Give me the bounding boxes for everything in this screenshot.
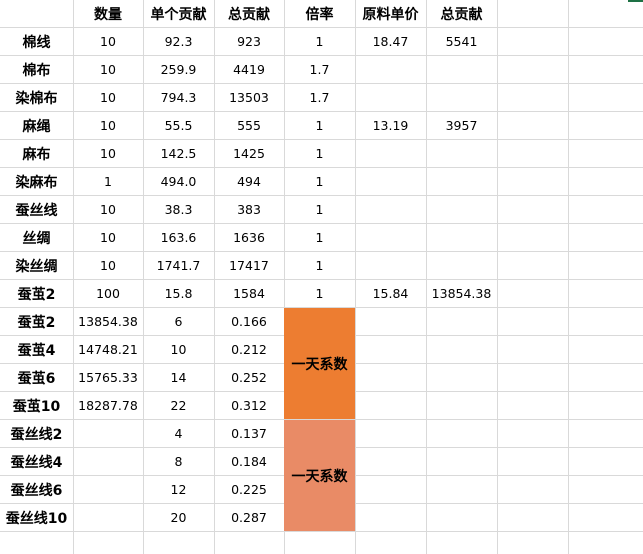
row-label[interactable]: 蚕丝线2 bbox=[0, 420, 73, 447]
table-cell[interactable]: 4419 bbox=[214, 56, 284, 83]
spreadsheet-grid[interactable]: 一天系数 一天系数 数量 单个贡献 总贡献 倍率 原料单价 总贡献 棉线 10 92.3 923 1 18… bbox=[0, 0, 643, 554]
table-cell[interactable]: 10 bbox=[73, 224, 143, 251]
merged-cell-top[interactable]: 一天系数 bbox=[284, 308, 355, 419]
corner-cell[interactable] bbox=[0, 0, 73, 27]
table-cell[interactable]: 5541 bbox=[426, 28, 497, 55]
table-cell[interactable]: 10 bbox=[73, 84, 143, 111]
row-label[interactable]: 麻绳 bbox=[0, 112, 73, 139]
table-cell[interactable]: 100 bbox=[73, 280, 143, 307]
row-label[interactable]: 染棉布 bbox=[0, 84, 73, 111]
table-cell[interactable]: 1 bbox=[284, 280, 355, 307]
table-cell[interactable]: 13.19 bbox=[355, 112, 426, 139]
gridline-horizontal bbox=[0, 531, 643, 532]
table-cell[interactable]: 1425 bbox=[214, 140, 284, 167]
table-cell[interactable]: 494 bbox=[214, 168, 284, 195]
row-label[interactable]: 蚕茧2 bbox=[0, 280, 73, 307]
table-cell[interactable]: 0.137 bbox=[214, 420, 284, 447]
table-cell[interactable]: 10 bbox=[73, 112, 143, 139]
table-cell[interactable]: 383 bbox=[214, 196, 284, 223]
selection-indicator bbox=[628, 0, 643, 2]
table-cell[interactable]: 14 bbox=[143, 364, 214, 391]
row-label[interactable]: 棉布 bbox=[0, 56, 73, 83]
table-cell[interactable]: 10 bbox=[73, 140, 143, 167]
table-cell[interactable]: 3957 bbox=[426, 112, 497, 139]
table-cell[interactable]: 10 bbox=[73, 28, 143, 55]
table-cell[interactable]: 20 bbox=[143, 504, 214, 531]
row-label[interactable]: 蚕丝线6 bbox=[0, 476, 73, 503]
table-cell[interactable]: 15765.33 bbox=[73, 364, 143, 391]
row-label[interactable]: 蚕茧6 bbox=[0, 364, 73, 391]
table-cell[interactable]: 1 bbox=[284, 196, 355, 223]
table-cell[interactable]: 1741.7 bbox=[143, 252, 214, 279]
table-cell[interactable]: 1 bbox=[284, 168, 355, 195]
table-cell[interactable]: 10 bbox=[73, 252, 143, 279]
row-label[interactable]: 染麻布 bbox=[0, 168, 73, 195]
table-cell[interactable]: 0.166 bbox=[214, 308, 284, 335]
row-label[interactable]: 蚕丝线4 bbox=[0, 448, 73, 475]
row-label[interactable]: 蚕茧4 bbox=[0, 336, 73, 363]
column-header[interactable]: 单个贡献 bbox=[143, 0, 214, 27]
table-cell[interactable]: 14748.21 bbox=[73, 336, 143, 363]
table-cell[interactable]: 1 bbox=[284, 140, 355, 167]
table-cell[interactable]: 13503 bbox=[214, 84, 284, 111]
table-cell[interactable]: 0.184 bbox=[214, 448, 284, 475]
table-cell[interactable]: 8 bbox=[143, 448, 214, 475]
table-cell[interactable]: 0.287 bbox=[214, 504, 284, 531]
column-header[interactable]: 原料单价 bbox=[355, 0, 426, 27]
table-cell[interactable]: 10 bbox=[73, 56, 143, 83]
table-cell[interactable]: 1584 bbox=[214, 280, 284, 307]
table-cell[interactable]: 1 bbox=[284, 112, 355, 139]
table-cell[interactable]: 55.5 bbox=[143, 112, 214, 139]
table-cell[interactable]: 259.9 bbox=[143, 56, 214, 83]
column-header[interactable]: 倍率 bbox=[284, 0, 355, 27]
table-cell[interactable]: 13854.38 bbox=[73, 308, 143, 335]
table-cell[interactable]: 92.3 bbox=[143, 28, 214, 55]
table-cell[interactable]: 22 bbox=[143, 392, 214, 419]
table-cell[interactable]: 555 bbox=[214, 112, 284, 139]
table-cell[interactable]: 18.47 bbox=[355, 28, 426, 55]
column-header[interactable]: 总贡献 bbox=[214, 0, 284, 27]
merged-cell-bottom[interactable]: 一天系数 bbox=[284, 420, 355, 531]
table-cell[interactable]: 1 bbox=[73, 168, 143, 195]
table-cell[interactable]: 1636 bbox=[214, 224, 284, 251]
table-cell[interactable]: 38.3 bbox=[143, 196, 214, 223]
table-cell[interactable]: 1.7 bbox=[284, 56, 355, 83]
row-label[interactable]: 棉线 bbox=[0, 28, 73, 55]
table-cell[interactable]: 6 bbox=[143, 308, 214, 335]
column-header[interactable]: 数量 bbox=[73, 0, 143, 27]
row-label[interactable]: 麻布 bbox=[0, 140, 73, 167]
table-cell[interactable]: 4 bbox=[143, 420, 214, 447]
column-header[interactable]: 总贡献 bbox=[426, 0, 497, 27]
table-cell[interactable]: 13854.38 bbox=[426, 280, 497, 307]
table-cell[interactable]: 0.252 bbox=[214, 364, 284, 391]
table-cell[interactable]: 1.7 bbox=[284, 84, 355, 111]
table-cell[interactable]: 1 bbox=[284, 252, 355, 279]
table-cell[interactable]: 10 bbox=[143, 336, 214, 363]
table-cell[interactable]: 17417 bbox=[214, 252, 284, 279]
table-cell[interactable]: 494.0 bbox=[143, 168, 214, 195]
table-cell[interactable]: 1 bbox=[284, 224, 355, 251]
table-cell[interactable]: 163.6 bbox=[143, 224, 214, 251]
table-cell[interactable]: 10 bbox=[73, 196, 143, 223]
table-cell[interactable]: 1 bbox=[284, 28, 355, 55]
row-label[interactable]: 染丝绸 bbox=[0, 252, 73, 279]
row-label[interactable]: 蚕茧2 bbox=[0, 308, 73, 335]
table-cell[interactable]: 0.212 bbox=[214, 336, 284, 363]
table-cell[interactable]: 794.3 bbox=[143, 84, 214, 111]
table-cell[interactable]: 142.5 bbox=[143, 140, 214, 167]
row-label[interactable]: 蚕丝线 bbox=[0, 196, 73, 223]
table-cell[interactable]: 0.225 bbox=[214, 476, 284, 503]
row-label[interactable]: 蚕丝线10 bbox=[0, 504, 73, 531]
table-cell[interactable]: 0.312 bbox=[214, 392, 284, 419]
table-cell[interactable]: 923 bbox=[214, 28, 284, 55]
table-cell[interactable]: 15.84 bbox=[355, 280, 426, 307]
table-cell[interactable]: 18287.78 bbox=[73, 392, 143, 419]
table-cell[interactable]: 15.8 bbox=[143, 280, 214, 307]
table-cell[interactable]: 12 bbox=[143, 476, 214, 503]
row-label[interactable]: 丝绸 bbox=[0, 224, 73, 251]
row-label[interactable]: 蚕茧10 bbox=[0, 392, 73, 419]
